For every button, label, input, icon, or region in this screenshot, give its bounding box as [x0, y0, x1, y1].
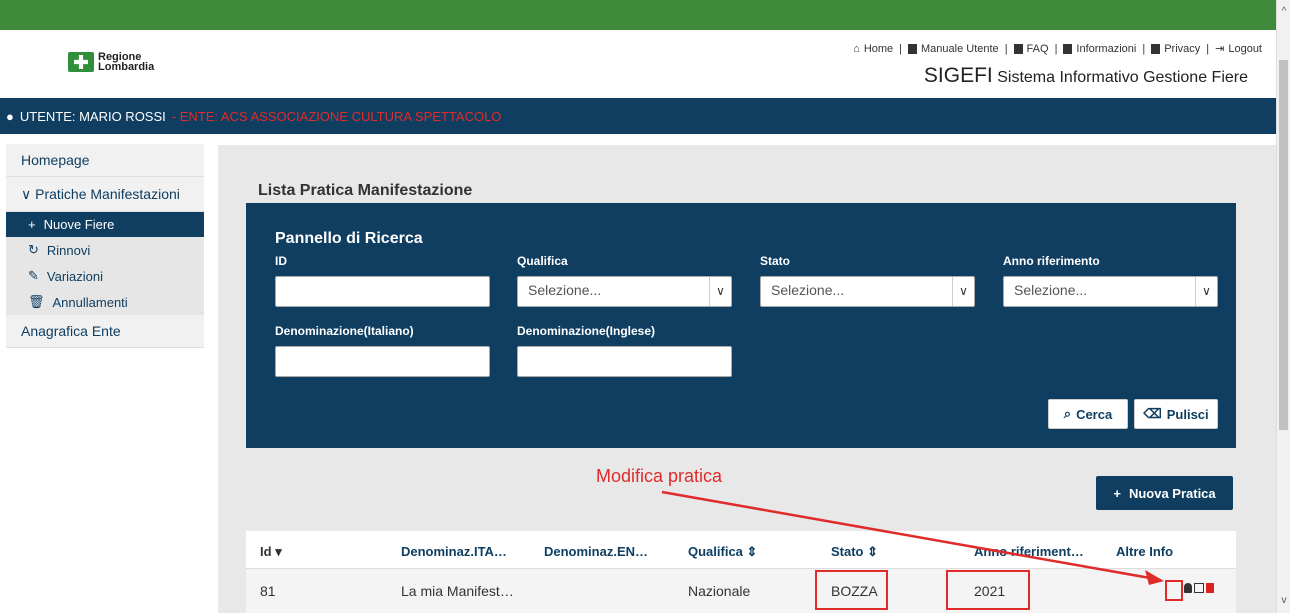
sort-down-icon: ▾	[275, 544, 282, 559]
sidebar-item-variazioni[interactable]: ✎ Variazioni	[6, 263, 204, 289]
link-privacy[interactable]: Privacy	[1151, 43, 1200, 55]
cell-id: 81	[260, 583, 276, 599]
col-den-ita[interactable]: Denominaz.ITA…	[401, 544, 507, 559]
search-panel: Pannello di Ricerca ID Qualifica Selezio…	[246, 203, 1236, 448]
chevron-down-icon: ∨	[709, 277, 731, 306]
anno-select[interactable]: Selezione... ∨	[1003, 276, 1218, 307]
qualifica-select[interactable]: Selezione... ∨	[517, 276, 732, 307]
scroll-up-icon[interactable]: ^	[1277, 4, 1290, 20]
sort-icon: ⇕	[746, 544, 758, 559]
cell-den-ita: La mia Manifest…	[401, 583, 514, 599]
col-altre-info: Altre Info	[1116, 544, 1174, 559]
chevron-down-icon: ∨	[952, 277, 974, 306]
link-informazioni[interactable]: Informazioni	[1063, 43, 1136, 55]
search-panel-title: Pannello di Ricerca	[275, 230, 423, 247]
den-en-label: Denominazione(Inglese)	[517, 324, 656, 338]
annotation-label: Modifica pratica	[596, 466, 723, 486]
row-actions	[1184, 583, 1214, 593]
id-label: ID	[275, 254, 287, 268]
qualifica-label: Qualifica	[517, 254, 568, 268]
field-stato: Stato Selezione... ∨	[760, 254, 975, 307]
field-id: ID	[275, 254, 490, 307]
sidebar-item-homepage[interactable]: Homepage	[6, 144, 204, 177]
pulisci-button[interactable]: ⌫ Pulisci	[1134, 399, 1218, 429]
link-logout[interactable]: ⇥ Logout	[1215, 42, 1262, 56]
pencil-icon: ✎	[28, 268, 39, 283]
logo-icon	[68, 52, 94, 72]
document-icon	[908, 43, 918, 54]
user-icon: ●	[6, 108, 14, 124]
faq-icon	[1013, 43, 1023, 54]
sidebar-item-annullamenti[interactable]: 🗑 Annullamenti	[6, 289, 204, 315]
den-en-input[interactable]	[517, 346, 732, 377]
user-name: UTENTE: MARIO ROSSI	[19, 108, 166, 124]
highlight-edit	[1165, 580, 1183, 601]
eraser-icon: ⌫	[1143, 406, 1162, 421]
den-it-label: Denominazione(Italiano)	[275, 324, 414, 338]
top-green-bar	[0, 0, 1276, 30]
den-it-input[interactable]	[275, 346, 490, 377]
scroll-thumb[interactable]	[1279, 60, 1288, 430]
stato-label: Stato	[760, 254, 790, 268]
link-faq[interactable]: FAQ	[1013, 43, 1049, 55]
trash-icon[interactable]	[1206, 583, 1214, 593]
logout-icon: ⇥	[1215, 43, 1225, 55]
col-id[interactable]: Id ▾	[260, 544, 282, 560]
regione-lombardia-logo[interactable]: Regione Lombardia	[68, 52, 155, 73]
field-qualifica: Qualifica Selezione... ∨	[517, 254, 732, 307]
home-icon: ⌂	[853, 42, 860, 55]
sidebar-item-nuove-fiere[interactable]: + Nuove Fiere	[6, 212, 204, 237]
trash-icon: 🗑	[28, 294, 45, 309]
privacy-document-icon	[1151, 43, 1161, 54]
col-den-en[interactable]: Denominaz.EN…	[544, 544, 648, 559]
page-title: Lista Pratica Manifestazione	[258, 182, 473, 199]
refresh-icon: ↻	[28, 242, 39, 257]
highlight-stato	[815, 570, 888, 610]
anno-label: Anno riferimento	[1003, 254, 1100, 268]
scroll-down-icon[interactable]: v	[1277, 593, 1290, 609]
cerca-button[interactable]: ⌕ Cerca	[1048, 399, 1128, 429]
search-icon: ⌕	[1063, 406, 1072, 421]
user-icon[interactable]	[1184, 583, 1192, 593]
top-links: ⌂ Home | Manuale Utente | FAQ | Informazi…	[853, 42, 1262, 56]
sort-icon: ⇕	[867, 544, 879, 559]
info-document-icon	[1063, 43, 1073, 54]
chevron-down-icon: ∨	[1195, 277, 1217, 306]
app-title: SIGEFI Sistema Informativo Gestione Fier…	[924, 64, 1248, 88]
col-anno[interactable]: Anno riferiment…	[974, 544, 1084, 559]
vertical-scrollbar[interactable]: ^ v	[1276, 0, 1290, 613]
highlight-anno	[946, 570, 1030, 610]
stato-select[interactable]: Selezione... ∨	[760, 276, 975, 307]
col-stato[interactable]: Stato ⇕	[831, 544, 878, 560]
edit-icon[interactable]	[1194, 583, 1204, 593]
sidebar-item-pratiche[interactable]: ∨ Pratiche Manifestazioni	[6, 177, 204, 212]
cell-qualifica: Nazionale	[688, 583, 751, 599]
app-short-name: SIGEFI	[923, 64, 993, 87]
chevron-down-icon: ∨	[21, 186, 32, 202]
nuova-pratica-button[interactable]: + Nuova Pratica	[1096, 476, 1233, 510]
plus-icon: +	[28, 217, 36, 232]
logo-line2: Lombardia	[98, 61, 155, 73]
field-den-it: Denominazione(Italiano)	[275, 324, 490, 377]
sidebar-item-rinnovi[interactable]: ↻ Rinnovi	[6, 237, 204, 263]
app-long-name: Sistema Informativo Gestione Fiere	[997, 69, 1248, 86]
link-home[interactable]: ⌂ Home	[853, 43, 893, 55]
sidebar: Homepage ∨ Pratiche Manifestazioni + Nuov…	[6, 144, 204, 348]
field-den-en: Denominazione(Inglese)	[517, 324, 732, 377]
link-manuale[interactable]: Manuale Utente	[908, 43, 999, 55]
table-row[interactable]: 81 La mia Manifest… Nazionale BOZZA 2021	[246, 569, 1236, 613]
id-input[interactable]	[275, 276, 490, 307]
sidebar-item-anagrafica[interactable]: Anagrafica Ente	[6, 315, 204, 348]
main-content: Lista Pratica Manifestazione Pannello di…	[218, 145, 1276, 613]
user-bar: ● UTENTE: MARIO ROSSI - ENTE: ACS ASSOCI…	[0, 98, 1276, 134]
header: Regione Lombardia ⌂ Home | Manuale Utente…	[0, 30, 1276, 98]
field-anno: Anno riferimento Selezione... ∨	[1003, 254, 1218, 307]
col-qualifica[interactable]: Qualifica ⇕	[688, 544, 757, 560]
ente-name: - ENTE: ACS ASSOCIAZIONE CULTURA SPETTAC…	[171, 108, 502, 124]
table-header: Id ▾ Denominaz.ITA… Denominaz.EN… Qualif…	[246, 531, 1236, 569]
plus-icon: +	[1113, 485, 1121, 501]
